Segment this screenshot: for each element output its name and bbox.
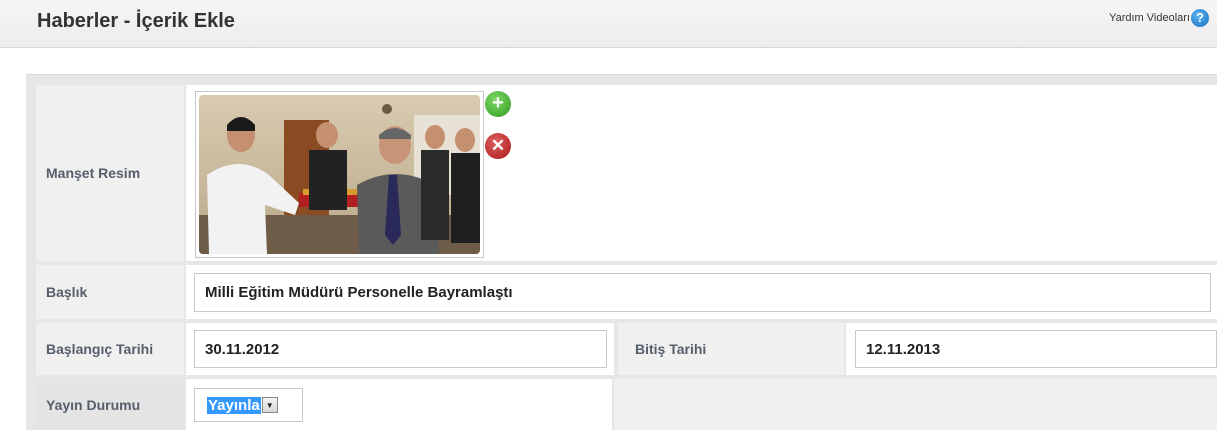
status-label: Yayın Durumu [36, 379, 184, 430]
plus-circle-icon[interactable]: + [492, 92, 504, 114]
status-row-filler [614, 379, 1217, 430]
title-label: Başlık [36, 265, 184, 319]
headline-image-label: Manşet Resim [36, 85, 184, 261]
help-videos-label[interactable]: Yardım Videoları [1109, 12, 1190, 24]
end-date-label: Bitiş Tarihi [618, 323, 844, 375]
status-select[interactable]: Yayınla ▼ [194, 388, 303, 422]
chevron-down-icon[interactable]: ▼ [261, 397, 278, 413]
headline-photo [199, 95, 480, 254]
status-select-value[interactable]: Yayınla [207, 396, 261, 414]
question-circle-icon[interactable]: ? [1191, 9, 1209, 27]
title-input[interactable]: Milli Eğitim Müdürü Personelle Bayramlaş… [194, 273, 1211, 312]
start-date-input[interactable]: 30.11.2012 [194, 330, 607, 368]
page-header: Haberler - İçerik Ekle Yardım Videoları … [0, 0, 1217, 48]
page-title: Haberler - İçerik Ekle [37, 10, 235, 32]
help-videos-link[interactable]: Yardım Videoları ? [1109, 9, 1209, 27]
add-image-button[interactable]: + [485, 91, 511, 117]
start-date-label: Başlangıç Tarihi [36, 323, 184, 375]
end-date-input[interactable]: 12.11.2013 [855, 330, 1217, 368]
remove-image-button[interactable]: ✕ [485, 133, 511, 159]
headline-image-frame [195, 91, 484, 258]
x-circle-icon[interactable]: ✕ [491, 136, 505, 155]
